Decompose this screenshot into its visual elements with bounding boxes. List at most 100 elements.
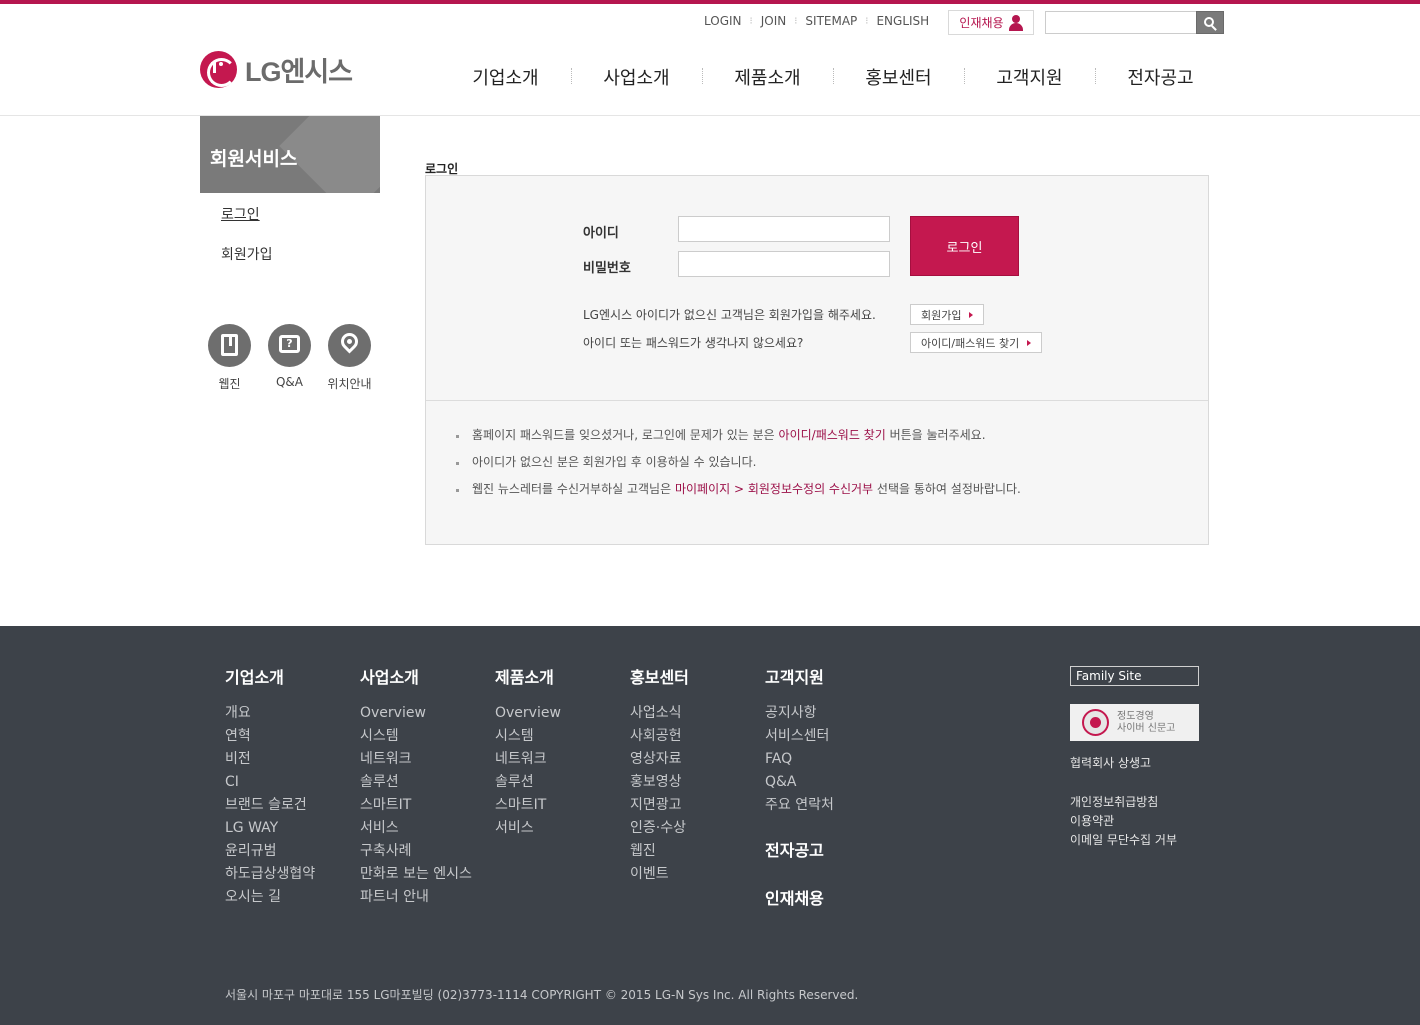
footer-heading[interactable]: 사업소개	[360, 664, 472, 688]
footer-link[interactable]: 인증·수상	[630, 817, 689, 840]
footer-heading[interactable]: 고객지원	[765, 664, 834, 688]
gnb-item-business[interactable]: 사업소개	[571, 64, 702, 90]
footer-side-link[interactable]: 이메일 무단수집 거부	[1070, 831, 1177, 848]
footer-link[interactable]: 영상자료	[630, 748, 689, 771]
qa-icon: ?	[279, 335, 300, 353]
footer-link[interactable]: 솔루션	[360, 771, 472, 794]
english-link[interactable]: ENGLISH	[876, 14, 929, 28]
quick-qa[interactable]: ? Q&A	[268, 324, 311, 392]
footer-side-link[interactable]: 이용약관	[1070, 812, 1114, 829]
footer-link[interactable]: LG WAY	[225, 817, 315, 840]
footer-link[interactable]: 파트너 안내	[360, 886, 472, 909]
gnb-item-products[interactable]: 제품소개	[702, 64, 833, 90]
footer-link[interactable]: 네트워크	[495, 748, 561, 771]
main-nav: 기업소개 사업소개 제품소개 홍보센터 고객지원 전자공고	[440, 64, 1226, 90]
footer-link[interactable]: 홍보영상	[630, 771, 689, 794]
gnb-item-support[interactable]: 고객지원	[964, 64, 1095, 90]
join-button[interactable]: 회원가입	[910, 304, 985, 325]
highlight-link[interactable]: 마이페이지 > 회원정보수정의 수신거부	[675, 482, 873, 496]
id-label: 아이디	[583, 226, 619, 241]
footer-heading[interactable]: 제품소개	[495, 664, 561, 688]
footer-link[interactable]: 개요	[225, 702, 315, 725]
login-link[interactable]: LOGIN	[704, 14, 742, 28]
footer-link[interactable]: Overview	[495, 702, 561, 725]
footer-link[interactable]: FAQ	[765, 748, 834, 771]
cyber-report-banner[interactable]: 정도경영 사이버 신문고	[1070, 704, 1199, 741]
footer-heading[interactable]: 기업소개	[225, 664, 315, 688]
footer-link[interactable]: 비전	[225, 748, 315, 771]
footer-link[interactable]: 사업소식	[630, 702, 689, 725]
footer-side-link[interactable]: 개인정보취급방침	[1070, 793, 1158, 810]
footer-link[interactable]: 지면광고	[630, 794, 689, 817]
footer-heading[interactable]: 홍보센터	[630, 664, 689, 688]
sitemap-link[interactable]: SITEMAP	[805, 14, 857, 28]
id-field[interactable]	[678, 216, 890, 242]
join-link[interactable]: JOIN	[761, 14, 787, 28]
arrow-right-icon	[1027, 339, 1032, 346]
footer-link[interactable]: 윤리규범	[225, 840, 315, 863]
footer-heading-recruit[interactable]: 인재채용	[765, 885, 824, 909]
find-account-button[interactable]: 아이디/패스워드 찾기	[910, 332, 1043, 353]
footer-link[interactable]: 솔루션	[495, 771, 561, 794]
footer-link[interactable]: 시스템	[495, 725, 561, 748]
footer-link[interactable]: 네트워크	[360, 748, 472, 771]
recruit-button[interactable]: 인재채용	[948, 10, 1034, 35]
login-button[interactable]: 로그인	[910, 216, 1019, 276]
footer-link[interactable]: 브랜드 슬로건	[225, 794, 315, 817]
footer-link[interactable]: 주요 연락처	[765, 794, 834, 817]
footer-link[interactable]: 사회공헌	[630, 725, 689, 748]
footer-link[interactable]: 서비스	[495, 817, 561, 840]
sidebar-item-join[interactable]: 회원가입	[221, 244, 273, 264]
footer-link[interactable]: 오시는 길	[225, 886, 315, 909]
search-button[interactable]	[1196, 11, 1224, 34]
footer-link[interactable]: 이벤트	[630, 863, 689, 886]
footer-link[interactable]: 만화로 보는 엔시스	[360, 863, 472, 886]
quick-webzine-label: 웹진	[218, 377, 241, 391]
list-item: 웹진 뉴스레터를 수신거부하실 고객님은 마이페이지 > 회원정보수정의 수신거…	[456, 482, 1021, 497]
footer-link[interactable]: 연혁	[225, 725, 315, 748]
find-help-text: 아이디 또는 패스워드가 생각나지 않으세요?	[583, 336, 804, 350]
sidebar-item-login[interactable]: 로그인	[221, 204, 260, 224]
footer-link[interactable]: 스마트IT	[495, 794, 561, 817]
footer: 기업소개 개요 연혁 비전 CI 브랜드 슬로건 LG WAY 윤리규범 하도급…	[0, 626, 1420, 1025]
highlight-link[interactable]: 아이디/패스워드 찾기	[779, 428, 886, 442]
quick-qa-label: Q&A	[275, 375, 303, 389]
lg-logo-icon	[200, 51, 237, 88]
gnb-item-company[interactable]: 기업소개	[440, 64, 571, 90]
quick-links: 웹진 ? Q&A 위치안내	[208, 324, 372, 392]
footer-col-pr: 홍보센터 사업소식 사회공헌 영상자료 홍보영상 지면광고 인증·수상 웹진 이…	[630, 664, 689, 886]
footer-link[interactable]: Overview	[360, 702, 472, 725]
quick-location-circle	[328, 324, 371, 367]
search-input[interactable]	[1045, 11, 1197, 34]
footer-link[interactable]: 서비스	[360, 817, 472, 840]
arrow-right-icon	[969, 311, 974, 318]
cyber-report-text: 정도경영 사이버 신문고	[1117, 710, 1176, 734]
footer-heading-notice[interactable]: 전자공고	[765, 837, 824, 861]
footer-link[interactable]: CI	[225, 771, 315, 794]
footer-col-support: 고객지원 공지사항 서비스센터 FAQ Q&A 주요 연락처	[765, 664, 834, 817]
quick-location[interactable]: 위치안내	[327, 324, 372, 392]
person-icon	[1008, 14, 1023, 31]
footer-link[interactable]: 웹진	[630, 840, 689, 863]
footer-link[interactable]: 서비스센터	[765, 725, 834, 748]
separator: ⁝	[794, 15, 798, 27]
gnb-item-pr[interactable]: 홍보센터	[833, 64, 964, 90]
footer-link[interactable]: 시스템	[360, 725, 472, 748]
password-field[interactable]	[678, 251, 890, 277]
password-label: 비밀번호	[583, 261, 631, 276]
footer-link[interactable]: 구축사례	[360, 840, 472, 863]
footer-link[interactable]: 하도급상생협약	[225, 863, 315, 886]
list-item: 홈페이지 패스워드를 잊으셨거나, 로그인에 문제가 있는 분은 아이디/패스워…	[456, 428, 1021, 443]
footer-link[interactable]: 스마트IT	[360, 794, 472, 817]
footer-link[interactable]: 공지사항	[765, 702, 834, 725]
footer-link[interactable]: Q&A	[765, 771, 834, 794]
logo[interactable]: LG엔시스	[200, 50, 353, 89]
utility-nav: LOGIN ⁝ JOIN ⁝ SITEMAP ⁝ ENGLISH	[704, 14, 929, 28]
quick-webzine-circle	[208, 324, 251, 367]
family-site-select[interactable]: Family Site	[1070, 666, 1199, 686]
footer-side-link[interactable]: 협력회사 상생고	[1070, 754, 1151, 771]
quick-webzine[interactable]: 웹진	[208, 324, 251, 392]
gnb-item-notice[interactable]: 전자공고	[1095, 64, 1226, 90]
location-pin-icon	[337, 329, 362, 354]
footer-col-business: 사업소개 Overview 시스템 네트워크 솔루션 스마트IT 서비스 구축사…	[360, 664, 472, 909]
